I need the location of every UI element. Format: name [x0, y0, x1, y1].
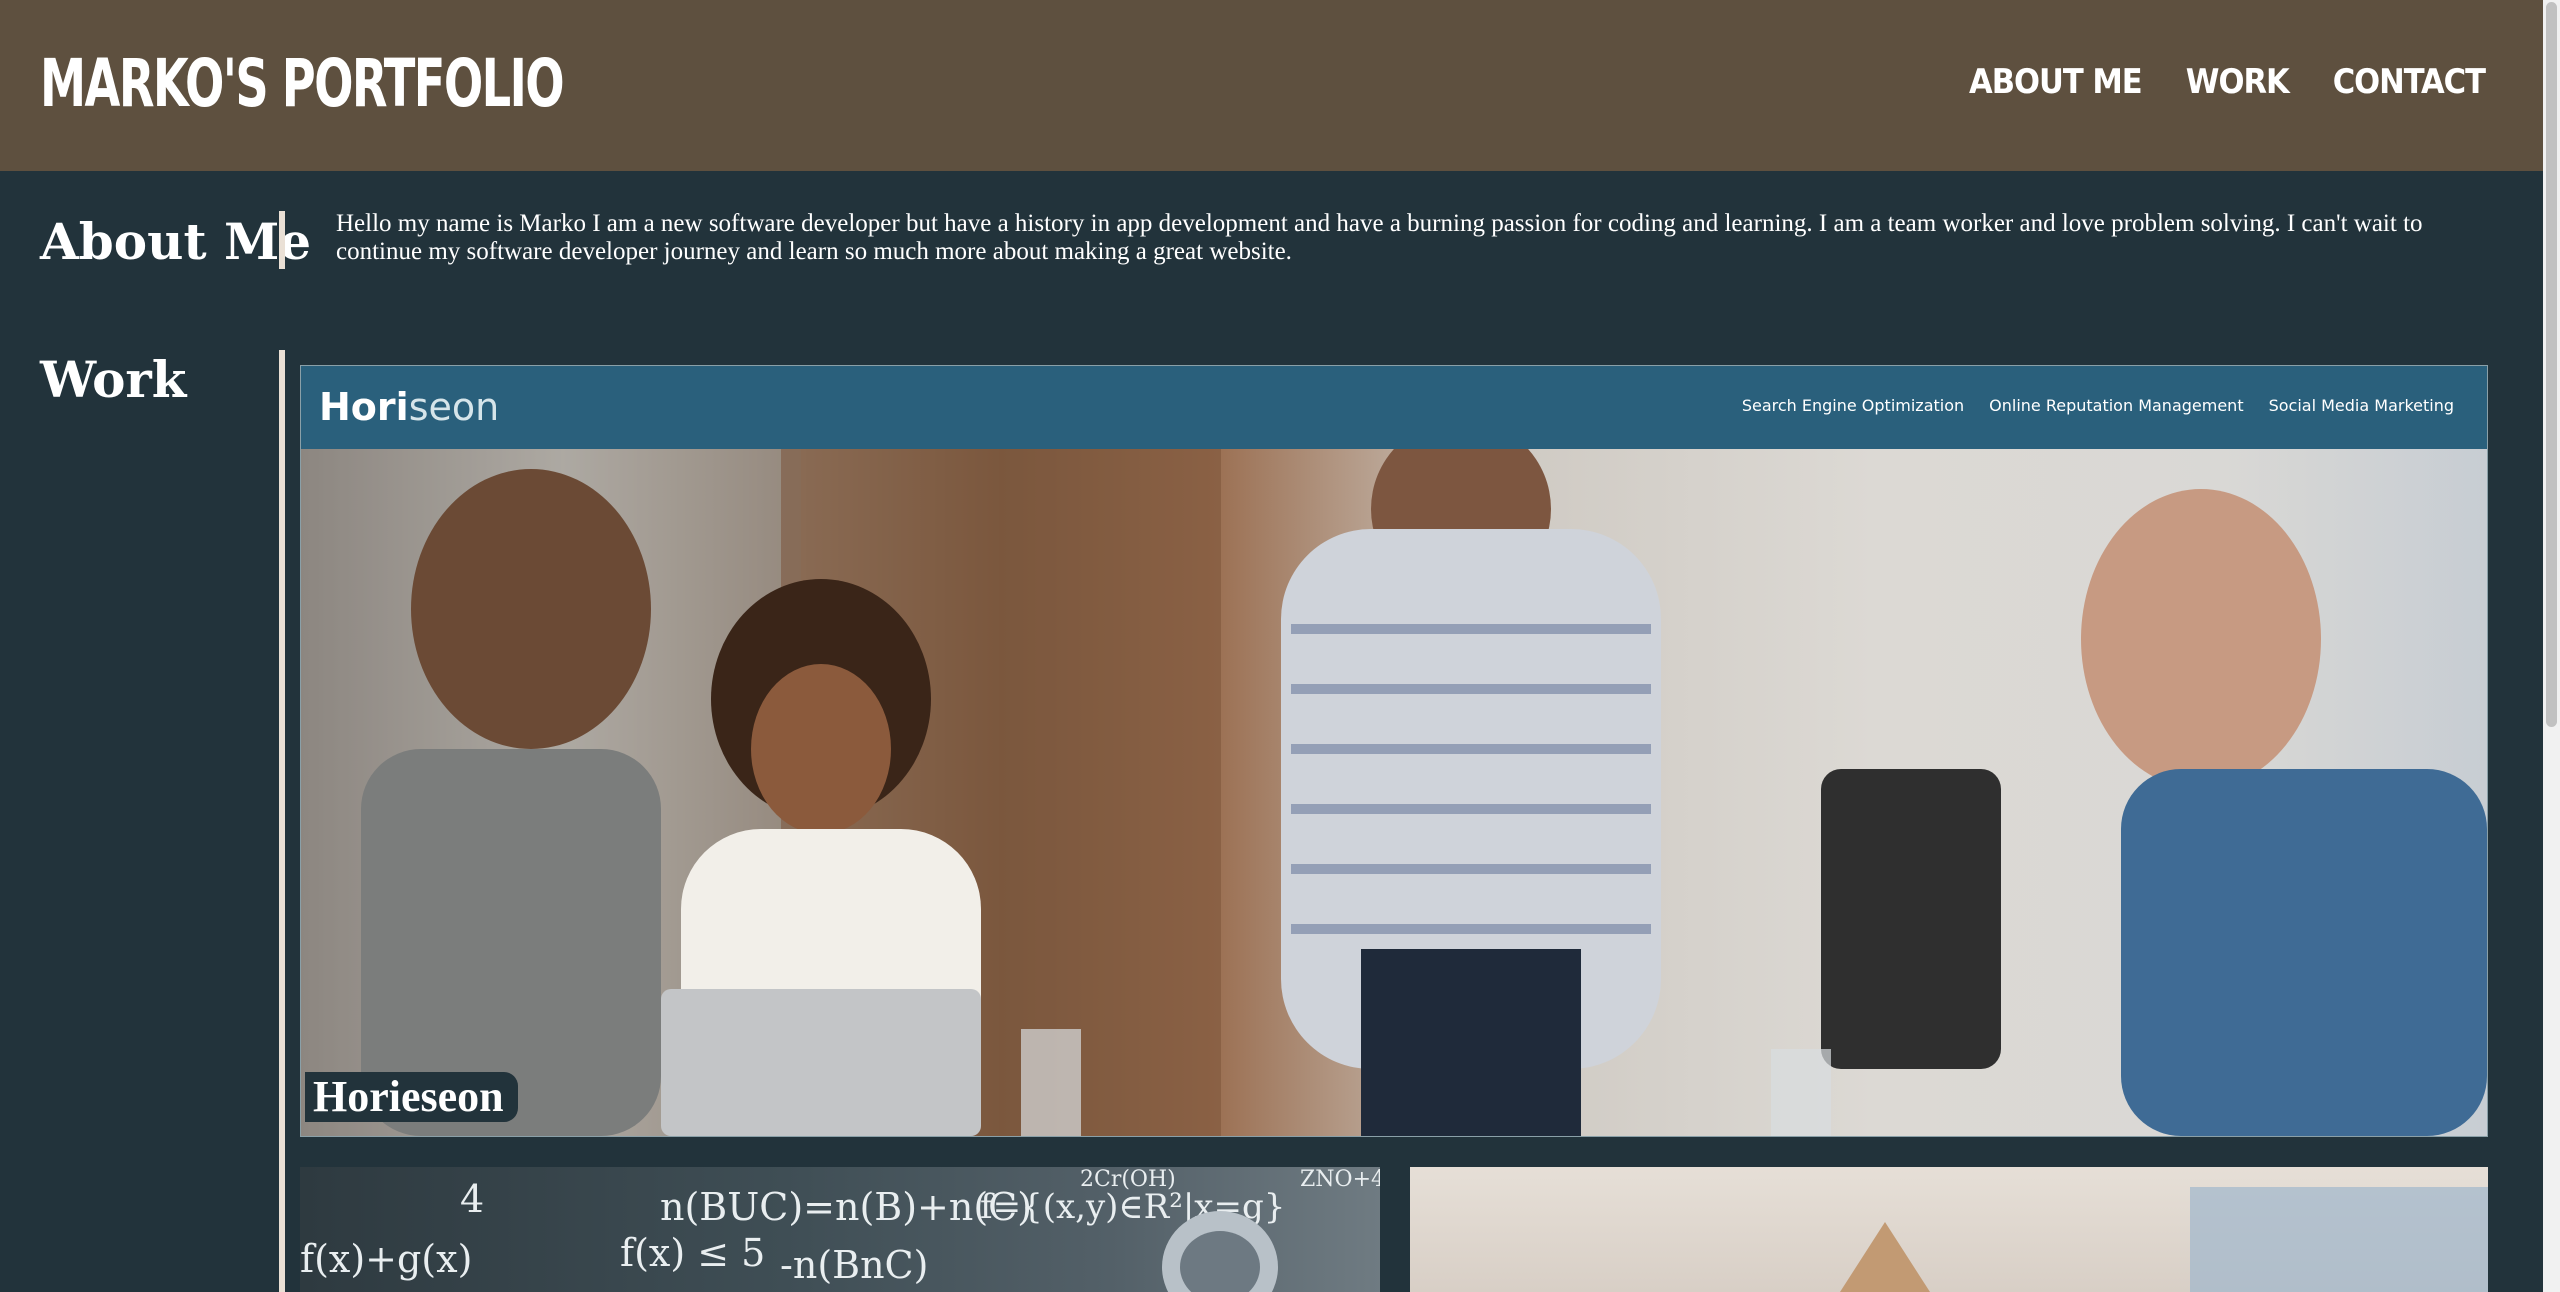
chalk-formula: f(x) ≤ 5: [620, 1231, 766, 1275]
about-me-heading: About Me: [40, 212, 312, 271]
blue-object-illustration: [2190, 1187, 2488, 1292]
chalk-formula: n(BUC)=n(B)+n(C): [660, 1185, 1033, 1229]
site-title: MARKO'S PORTFOLIO: [40, 45, 565, 122]
scrollbar-thumb[interactable]: [2546, 2, 2557, 727]
site-header: MARKO'S PORTFOLIO ABOUT ME WORK CONTACT: [0, 0, 2543, 171]
about-divider: [279, 211, 285, 269]
robot-head-icon: [1162, 1211, 1278, 1292]
screenshot-logo-main: Hori: [319, 385, 409, 429]
nav-contact[interactable]: CONTACT: [2333, 60, 2486, 104]
screenshot-logo: Horiseon: [319, 384, 499, 430]
work-card-chalkboard[interactable]: 4 n(BUC)=n(B)+n(C) f={(x,y)∈R²|x=g} f(x)…: [300, 1167, 1380, 1292]
screenshot-link-reputation: Online Reputation Management: [1989, 396, 2244, 415]
screenshot-navbar: Horiseon Search Engine Optimization Onli…: [301, 366, 2487, 449]
featured-work-card[interactable]: Horiseon Search Engine Optimization Onli…: [300, 365, 2488, 1137]
main-nav: ABOUT ME WORK CONTACT: [1969, 60, 2486, 104]
chalk-formula: -n(BnC): [780, 1243, 929, 1287]
nav-about-me[interactable]: ABOUT ME: [1969, 60, 2143, 104]
work-heading: Work: [40, 350, 187, 409]
screenshot-link-social: Social Media Marketing: [2268, 396, 2454, 415]
team-meeting-photo: [301, 449, 2487, 1136]
work-divider: [279, 350, 285, 1292]
cat-ear-illustration: [1840, 1222, 1930, 1292]
team-meeting-illustration: [301, 449, 2487, 1136]
work-card-cat[interactable]: [1410, 1167, 2488, 1292]
vertical-scrollbar[interactable]: [2543, 0, 2560, 1292]
featured-work-label: Horieseon: [305, 1072, 518, 1122]
chalk-formula: f(x)+g(x): [300, 1237, 473, 1281]
nav-work[interactable]: WORK: [2186, 60, 2290, 104]
screenshot-logo-accent: seon: [408, 385, 500, 429]
screenshot-link-seo: Search Engine Optimization: [1741, 396, 1965, 415]
chalk-formula: 2Cr(OH): [1080, 1167, 1176, 1192]
about-me-text: Hello my name is Marko I am a new softwa…: [336, 210, 2423, 265]
chalk-formula: ZNO+4H: [1300, 1167, 1380, 1192]
screenshot-links: Search Engine Optimization Online Reputa…: [1742, 396, 2454, 415]
chalk-formula: 4: [460, 1177, 485, 1221]
